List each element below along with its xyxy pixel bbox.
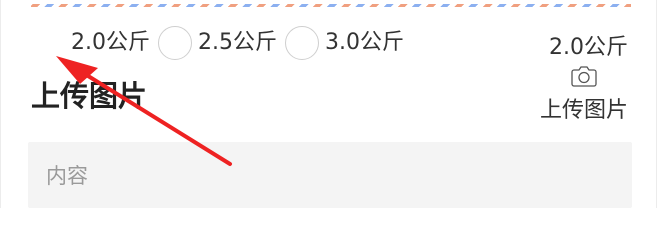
content-input[interactable]: 内容 — [28, 142, 632, 208]
weight-radio-3[interactable] — [285, 26, 319, 60]
upload-image-button[interactable]: 上传图片 — [540, 92, 628, 124]
weight-option-label-2: 2.5公斤 — [198, 30, 277, 55]
camera-icon[interactable] — [571, 65, 597, 87]
page-frame: 2.0公斤 2.5公斤 3.0公斤 2.0公斤 上传图片 上传图片 内容 — [0, 0, 657, 208]
weight-option-label-1: 2.0公斤 — [71, 30, 150, 55]
selected-weight-display: 2.0公斤 — [549, 35, 628, 60]
upload-section-title: 上传图片 — [31, 79, 148, 113]
weight-option-label-3: 3.0公斤 — [325, 30, 404, 55]
weight-options: 2.0公斤 2.5公斤 3.0公斤 — [71, 22, 404, 64]
decorative-stripe — [31, 4, 631, 7]
content-placeholder: 内容 — [46, 164, 88, 188]
weight-radio-2[interactable] — [158, 26, 192, 60]
